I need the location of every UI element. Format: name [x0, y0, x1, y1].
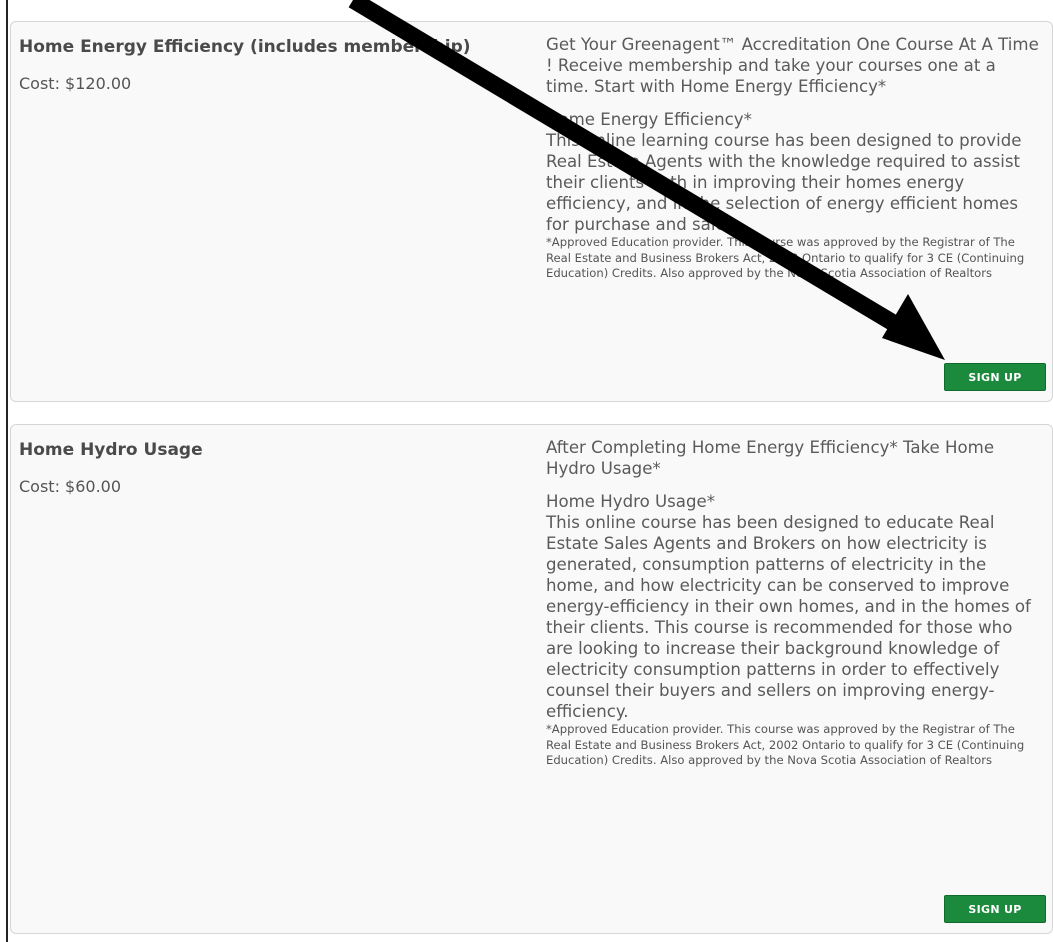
- course-info: Home Energy Efficiency* This online lear…: [546, 109, 1041, 282]
- course-title: Home Energy Efficiency (includes members…: [19, 37, 471, 57]
- course-summary: Home Energy Efficiency (includes members…: [19, 35, 489, 95]
- course-description: This online learning course has been des…: [546, 131, 1022, 234]
- sign-up-button[interactable]: SIGN UP: [944, 895, 1046, 923]
- course-heading: Home Energy Efficiency*: [546, 110, 752, 129]
- course-details: After Completing Home Energy Efficiency*…: [546, 437, 1041, 769]
- sign-up-button[interactable]: SIGN UP: [944, 363, 1046, 391]
- course-intro: After Completing Home Energy Efficiency*…: [546, 438, 995, 478]
- page-left-border: [6, 0, 8, 942]
- approval-note: *Approved Education provider. This cours…: [546, 235, 1025, 280]
- course-summary: Home Hydro Usage Cost: $60.00: [19, 438, 489, 498]
- course-details: Get Your Greenagent™ Accreditation One C…: [546, 34, 1041, 282]
- course-description: This online course has been designed to …: [546, 513, 1031, 721]
- course-heading: Home Hydro Usage*: [546, 492, 715, 511]
- course-title: Home Hydro Usage: [19, 440, 203, 460]
- course-info: Home Hydro Usage* This online course has…: [546, 491, 1041, 769]
- course-intro: Get Your Greenagent™ Accreditation One C…: [546, 35, 1039, 96]
- course-cost: Cost: $120.00: [19, 74, 132, 93]
- approval-note: *Approved Education provider. This cours…: [546, 722, 1025, 767]
- course-card-home-energy-efficiency: Home Energy Efficiency (includes members…: [10, 21, 1053, 402]
- course-cost: Cost: $60.00: [19, 477, 122, 496]
- course-card-home-hydro-usage: Home Hydro Usage Cost: $60.00 After Comp…: [10, 424, 1053, 934]
